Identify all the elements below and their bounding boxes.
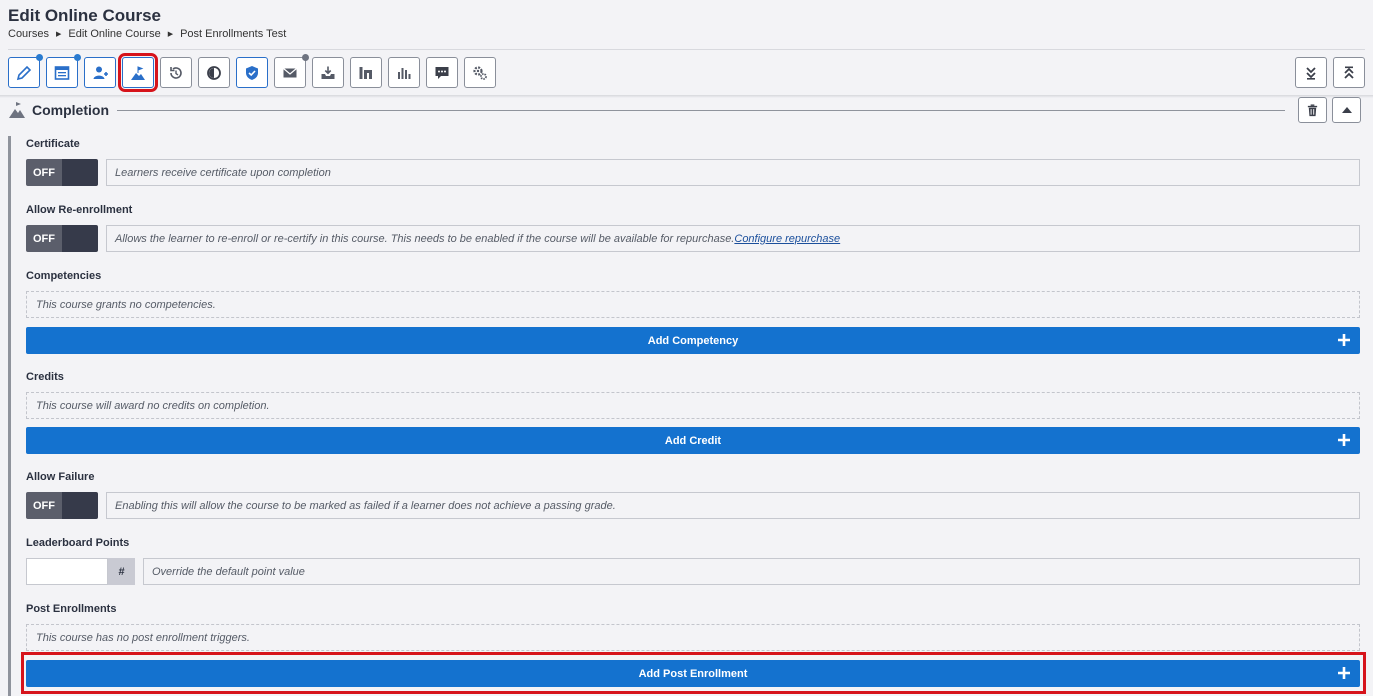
history-tab-button[interactable]	[160, 57, 192, 88]
security-tab-button[interactable]	[236, 57, 268, 88]
reenrollment-description: Allows the learner to re-enroll or re-ce…	[106, 225, 1360, 252]
shield-check-icon	[246, 65, 258, 80]
delete-section-button[interactable]	[1298, 97, 1327, 123]
section-title: Completion	[32, 102, 109, 118]
configure-repurchase-link[interactable]: Configure repurchase	[734, 233, 840, 245]
collapse-section-button[interactable]	[1332, 97, 1361, 123]
linkedin-tab-button[interactable]	[350, 57, 382, 88]
breadcrumb-current: Post Enrollments Test	[180, 28, 287, 40]
double-chevron-down-icon	[1306, 66, 1316, 80]
advanced-settings-tab-button[interactable]	[464, 57, 496, 88]
collapse-all-button[interactable]	[1333, 57, 1365, 88]
history-icon	[170, 66, 182, 79]
add-credit-button[interactable]: Add Credit	[26, 427, 1360, 454]
plus-icon	[1338, 434, 1350, 446]
toggle-state: OFF	[26, 159, 62, 186]
double-chevron-up-icon	[1344, 66, 1354, 79]
breadcrumb-separator-icon: ▶	[55, 31, 62, 38]
section-divider	[117, 109, 1285, 111]
add-credit-label: Add Credit	[664, 434, 722, 447]
certificate-description: Learners receive certificate upon comple…	[106, 159, 1360, 186]
enrollment-tab-button[interactable]	[84, 57, 116, 88]
discussion-tab-button[interactable]	[426, 57, 458, 88]
certificate-label: Certificate	[26, 138, 80, 150]
highlight-outline	[21, 652, 1366, 694]
reenrollment-description-text: Allows the learner to re-enroll or re-ce…	[115, 232, 735, 245]
trash-icon	[1307, 103, 1318, 116]
section-toolbar	[8, 53, 496, 92]
toggle-knob	[62, 159, 98, 186]
toggle-state: OFF	[26, 492, 62, 519]
reenrollment-label: Allow Re-enrollment	[26, 204, 133, 216]
toggle-knob	[62, 225, 98, 252]
completion-tab-button[interactable]	[118, 53, 158, 92]
add-user-icon	[93, 66, 108, 79]
inbox-download-icon	[321, 66, 335, 79]
credits-label: Credits	[26, 371, 64, 383]
contrast-tab-button[interactable]	[198, 57, 230, 88]
notification-dot	[302, 54, 309, 61]
completion-flag-icon	[9, 102, 25, 118]
toggle-knob	[62, 492, 98, 519]
breadcrumb-courses[interactable]: Courses	[8, 28, 49, 40]
reports-tab-button[interactable]	[388, 57, 420, 88]
failure-description: Enabling this will allow the course to b…	[106, 492, 1360, 519]
calendar-icon	[54, 65, 70, 80]
notification-dot	[74, 54, 81, 61]
breadcrumb-separator-icon: ▶	[167, 31, 174, 38]
number-addon: #	[108, 558, 135, 585]
email-tab-button[interactable]	[274, 54, 309, 88]
post-enrollments-empty: This course has no post enrollment trigg…	[26, 624, 1360, 651]
linkedin-icon	[359, 66, 372, 79]
header-divider	[8, 49, 1365, 50]
competencies-label: Competencies	[26, 270, 102, 282]
caret-up-icon	[1341, 107, 1352, 113]
add-competency-button[interactable]: Add Competency	[26, 327, 1360, 354]
certificate-toggle[interactable]: OFF	[26, 159, 98, 186]
failure-toggle[interactable]: OFF	[26, 492, 98, 519]
leaderboard-points-input[interactable]	[26, 558, 108, 585]
expand-all-button[interactable]	[1295, 57, 1327, 88]
breadcrumb-edit-online-course[interactable]: Edit Online Course	[68, 28, 160, 40]
notification-dot	[36, 54, 43, 61]
plus-icon	[1338, 334, 1350, 346]
post-enrollments-label: Post Enrollments	[26, 603, 117, 615]
reenrollment-toggle[interactable]: OFF	[26, 225, 98, 252]
toggle-state: OFF	[26, 225, 62, 252]
envelope-icon	[283, 67, 297, 77]
completion-section-header: Completion	[8, 97, 1361, 123]
credits-empty: This course will award no credits on com…	[26, 392, 1360, 419]
pencil-icon	[16, 65, 32, 80]
import-tab-button[interactable]	[312, 57, 344, 88]
completion-flag-icon	[131, 65, 145, 80]
leaderboard-label: Leaderboard Points	[26, 537, 130, 549]
toolbar-right	[1295, 57, 1365, 88]
gears-icon	[473, 65, 487, 80]
chat-icon	[435, 66, 449, 79]
add-competency-label: Add Competency	[647, 334, 739, 347]
bar-chart-icon	[398, 67, 411, 79]
details-tab-button[interactable]	[8, 54, 43, 88]
leaderboard-description: Override the default point value	[143, 558, 1360, 585]
breadcrumb: Courses ▶ Edit Online Course ▶ Post Enro…	[8, 28, 286, 40]
section-rail	[8, 136, 11, 696]
page-title: Edit Online Course	[8, 6, 162, 25]
competencies-empty: This course grants no competencies.	[26, 291, 1360, 318]
failure-label: Allow Failure	[26, 471, 95, 483]
contrast-icon	[207, 65, 221, 80]
schedule-tab-button[interactable]	[46, 54, 81, 88]
